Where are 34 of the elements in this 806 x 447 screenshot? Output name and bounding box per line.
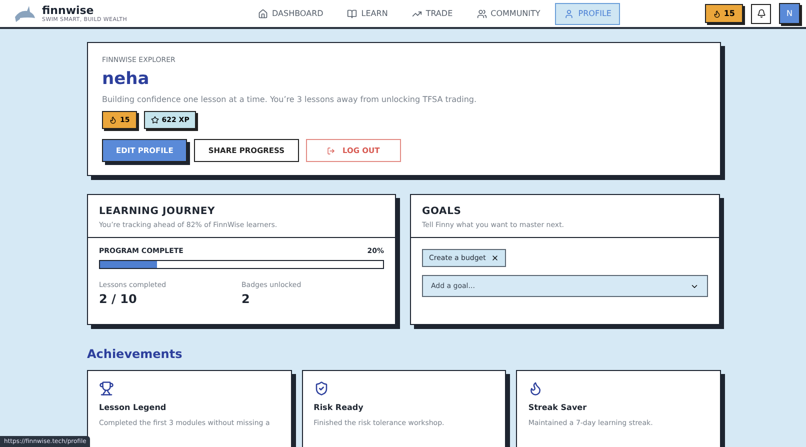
achievement-title: Risk Ready — [314, 403, 364, 412]
notifications-button[interactable] — [751, 4, 771, 24]
nav-tab[interactable]: TRADE — [402, 2, 462, 24]
trend-icon — [412, 8, 422, 18]
streak-badge: 15 — [704, 4, 743, 23]
stat-value: 2 / 10 — [99, 292, 138, 306]
section-heading: Achievements — [87, 347, 184, 361]
book-icon — [347, 8, 358, 18]
star-icon — [150, 116, 159, 124]
nav-tab[interactable]: LEARN — [338, 2, 397, 24]
flame-icon — [109, 116, 117, 124]
home-icon — [258, 8, 268, 18]
flame-icon — [528, 381, 544, 396]
nav-tab[interactable]: DASHBOARD — [249, 2, 332, 24]
card-title: GOALS — [422, 206, 462, 217]
achievement-title: Lesson Legend — [99, 403, 168, 412]
achievement-title: Streak Saver — [528, 403, 588, 412]
profile-bio: Building confidence one lesson at a time. You’re 3 lessons away from unlocking TFSA trading. — [102, 95, 478, 104]
users-icon — [476, 8, 487, 18]
flame-icon — [712, 10, 721, 18]
close-icon — [490, 254, 499, 262]
trophy-icon — [99, 381, 114, 396]
bell-icon — [756, 9, 766, 18]
log-out-icon — [326, 146, 335, 154]
nav-tab[interactable]: COMMUNITY — [468, 2, 550, 24]
card-title: LEARNING JOURNEY — [99, 206, 216, 217]
stat-value: 2 — [242, 292, 251, 306]
profile-name: neha — [102, 69, 150, 89]
brand-name: finnwise — [42, 4, 95, 17]
user-icon — [564, 8, 574, 18]
remove-goal-button[interactable] — [490, 254, 499, 262]
shield-check-icon — [314, 381, 329, 396]
shark-logo-icon — [14, 4, 36, 22]
user-avatar[interactable]: N — [779, 3, 800, 24]
